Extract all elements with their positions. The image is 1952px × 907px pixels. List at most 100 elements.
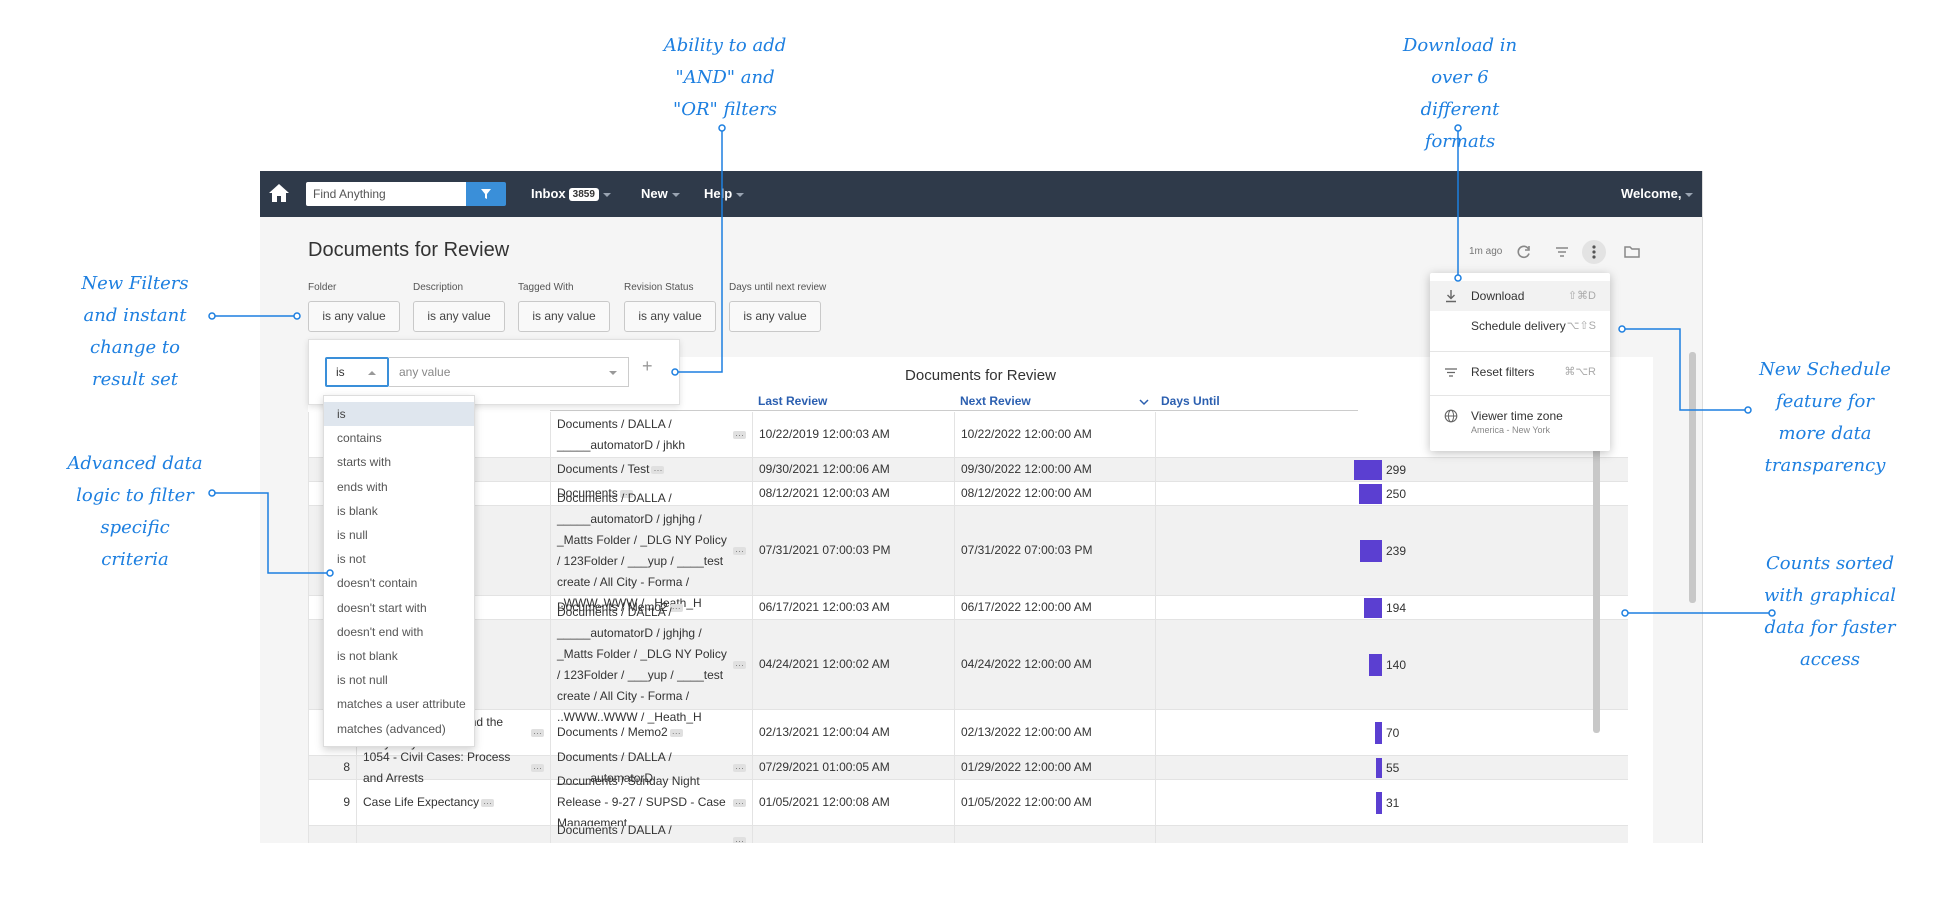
chevron-down-icon — [602, 192, 611, 197]
menu-item-schedule-label: Schedule delivery — [1471, 319, 1566, 333]
nav-new[interactable]: New — [641, 186, 680, 201]
cell-last: 07/31/2021 07:00:03 PM — [752, 506, 954, 595]
nav-help[interactable]: Help — [704, 186, 745, 201]
callout-schedule: New Schedule feature for more data trans… — [1759, 359, 1891, 476]
menu-item-download[interactable]: Download ⇧⌘D — [1430, 281, 1610, 311]
cell-last-text: 04/24/2021 12:00:02 AM — [759, 657, 890, 671]
column-header-days-until[interactable]: Days Until — [1155, 393, 1358, 411]
expand-text-icon[interactable]: ··· — [733, 660, 746, 669]
expand-text-icon[interactable]: ··· — [531, 728, 544, 737]
folder-icon[interactable] — [1620, 240, 1644, 264]
operator-option[interactable]: starts with — [324, 450, 474, 474]
expand-text-icon[interactable]: ··· — [651, 465, 665, 474]
operator-option[interactable]: doesn't contain — [324, 571, 474, 595]
refresh-icon[interactable] — [1512, 240, 1536, 264]
cell-next: 01/29/2022 12:00:00 AM — [954, 756, 1155, 779]
filter-revision-status-button[interactable]: is any value — [624, 301, 716, 332]
cell-name-text: Case Life Expectancy — [363, 795, 480, 809]
cell-next-text: 09/30/2022 12:00:00 AM — [961, 462, 1092, 476]
operator-option[interactable]: matches (advanced) — [324, 717, 474, 741]
operator-select-value: is — [336, 365, 345, 379]
expand-text-icon[interactable]: ··· — [733, 430, 746, 439]
menu-item-schedule-delivery[interactable]: Schedule delivery ⌥⇧S — [1430, 311, 1610, 341]
days-bar — [1354, 460, 1382, 480]
cell-last: 02/13/2021 12:00:04 AM — [752, 710, 954, 755]
cell-last-text: 06/17/2021 12:00:03 AM — [759, 600, 890, 614]
column-header-last-review[interactable]: Last Review — [752, 393, 954, 411]
chevron-down-icon — [671, 192, 680, 197]
operator-option[interactable]: is null — [324, 523, 474, 547]
cell-last: 07/29/2021 01:00:05 AM — [752, 756, 954, 779]
table-row[interactable]: Documents / Memo2 ··· 06/17/2021 12:00:03 … — [308, 596, 1628, 620]
cell-last-text: 07/31/2021 07:00:03 PM — [759, 543, 891, 557]
search-input[interactable] — [306, 182, 466, 206]
sort-descending-icon[interactable] — [1139, 397, 1149, 407]
menu-item-reset-filters[interactable]: Reset filters ⌘⌥R — [1430, 357, 1610, 387]
cell-days — [1155, 506, 1358, 595]
home-icon[interactable] — [268, 183, 290, 203]
cell-days — [1155, 458, 1358, 481]
operator-dropdown-list: is contains starts with ends with is blank is… — [323, 395, 475, 747]
table-row[interactable]: Documents / DALLA / _____automatorD / ··· — [308, 823, 1628, 843]
operator-option[interactable]: contains — [324, 426, 474, 450]
page-scrollbar[interactable] — [1689, 352, 1696, 603]
expand-text-icon[interactable]: ··· — [481, 798, 495, 807]
filter-days-until-review-button[interactable]: is any value — [729, 301, 821, 332]
menu-item-download-label: Download — [1471, 289, 1525, 303]
expand-text-icon[interactable]: ··· — [733, 798, 746, 807]
cell-days — [1155, 620, 1358, 709]
filter-lines-icon[interactable] — [1550, 240, 1574, 264]
operator-option[interactable]: doesn't end with — [324, 620, 474, 644]
operator-option[interactable]: is not blank — [324, 644, 474, 668]
add-filter-button[interactable]: + — [642, 356, 653, 377]
table-row[interactable]: Documents / DALLA / _____automatorD / jg… — [308, 605, 1628, 724]
cell-folder: Documents / Sunday Night Release - 9-27 … — [550, 774, 752, 830]
expand-text-icon[interactable]: ··· — [733, 763, 746, 772]
cell-last — [752, 826, 954, 843]
operator-select[interactable]: is — [325, 357, 389, 387]
days-value: 55 — [1386, 761, 1400, 775]
table-row[interactable]: 9 Case Life Expectancy ··· Documents / Sund… — [308, 774, 1628, 830]
column-header-next-review[interactable]: Next Review — [954, 393, 1155, 411]
chevron-up-icon — [368, 371, 376, 375]
days-bar — [1376, 758, 1382, 778]
days-value: 140 — [1386, 658, 1407, 672]
expand-text-icon[interactable]: ··· — [733, 836, 746, 843]
search-filter-button[interactable] — [466, 182, 506, 206]
value-select-placeholder: any value — [399, 365, 451, 379]
inbox-count-badge: 3859 — [568, 188, 599, 201]
operator-option[interactable]: is not — [324, 547, 474, 571]
operator-option[interactable]: doesn't start with — [324, 596, 474, 620]
operator-option[interactable]: matches a user attribute — [324, 692, 474, 716]
table-row[interactable]: 8 1054 - Civil Cases: Process and Arrests… — [308, 750, 1628, 785]
operator-option[interactable]: ends with — [324, 475, 474, 499]
expand-text-icon[interactable]: ··· — [733, 546, 746, 555]
nav-inbox[interactable]: Inbox 3859 — [531, 186, 611, 201]
expand-text-icon[interactable]: ··· — [531, 763, 544, 772]
expand-text-icon[interactable]: ··· — [669, 728, 683, 737]
more-options-icon[interactable] — [1582, 240, 1606, 264]
operator-option[interactable]: is — [324, 402, 474, 426]
operator-option[interactable]: is not null — [324, 668, 474, 692]
operator-option[interactable]: is blank — [324, 499, 474, 523]
table-row[interactable]: Documents / DALLA / _____automatorD / jg… — [308, 491, 1628, 610]
cell-folder: Documents / DALLA / _____automatorD / jg… — [550, 605, 752, 724]
cell-last: 06/17/2021 12:00:03 AM — [752, 596, 954, 619]
cell-folder: Documents / DALLA / _____automatorD / ··· — [550, 823, 752, 843]
nav-welcome[interactable]: Welcome, — [1621, 186, 1694, 201]
filter-tagged-with-button[interactable]: is any value — [518, 301, 610, 332]
filter-lines-icon — [1445, 368, 1457, 377]
cell-next-text: 06/17/2022 12:00:00 AM — [961, 600, 1092, 614]
cell-days — [1155, 826, 1358, 843]
cell-next: 06/17/2022 12:00:00 AM — [954, 596, 1155, 619]
callout-new-filters: New Filters and instant change to result… — [81, 273, 189, 390]
nav-welcome-label: Welcome, — [1621, 186, 1682, 201]
table-row[interactable]: Documents / Test ··· 09/30/2021 12:00:06 A… — [308, 458, 1628, 482]
filter-folder-button[interactable]: is any value — [308, 301, 400, 332]
table-row[interactable]: a···Documents···08/12/2021 12:00:03 AM08… — [308, 482, 1628, 506]
filter-description-button[interactable]: is any value — [413, 301, 505, 332]
menu-item-viewer-time-zone[interactable]: Viewer time zone America - New York — [1430, 401, 1610, 445]
value-select[interactable]: any value — [389, 357, 629, 387]
callout-download-formats: Download in over 6 different formats — [1402, 35, 1518, 152]
cell-num: 9 — [308, 780, 356, 825]
